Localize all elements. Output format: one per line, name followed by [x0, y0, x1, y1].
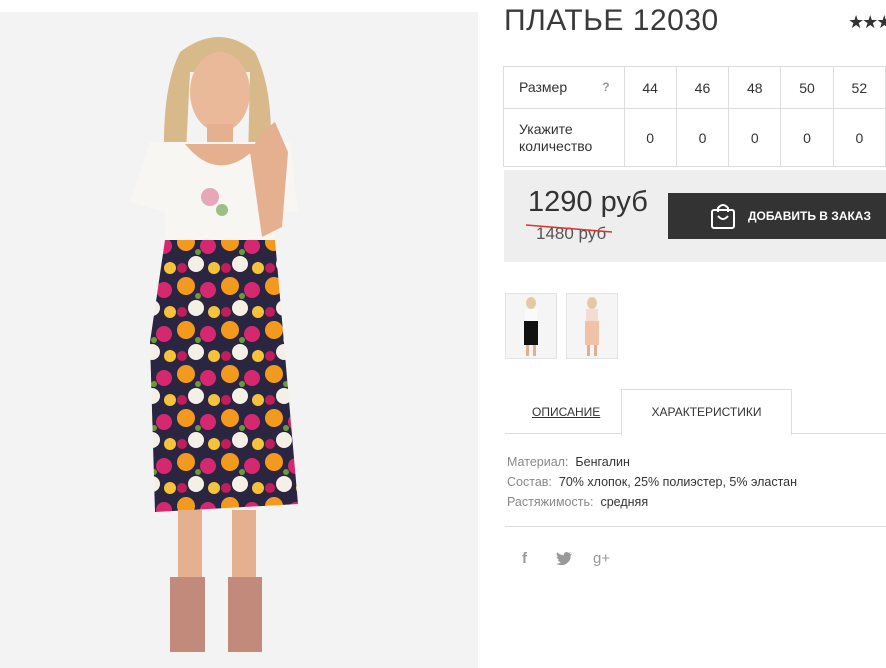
quantity-input-52[interactable]: 0 [832, 108, 886, 167]
thumbnail-light-dress[interactable] [566, 293, 618, 359]
size-48: 48 [728, 66, 782, 109]
social-divider [505, 526, 886, 527]
spec-composition: Состав: 70% хлопок, 25% полиэстер, 5% эла… [507, 475, 798, 489]
size-help-icon[interactable]: ? [602, 79, 609, 96]
price-box: 1290 руб 1480 руб ДОБАВИТЬ В ЗАКАЗ [504, 170, 886, 262]
size-52: 52 [832, 66, 886, 109]
quantity-input-50[interactable]: 0 [780, 108, 834, 167]
size-44: 44 [623, 66, 677, 109]
quantity-input-46[interactable]: 0 [675, 108, 730, 167]
tab-characteristics[interactable]: ХАРАКТЕРИСТИКИ [621, 389, 792, 435]
tab-description[interactable]: ОПИСАНИЕ [532, 405, 600, 419]
size-label: Размер ? [503, 66, 625, 109]
twitter-bird-icon [556, 552, 572, 566]
shopping-bag-icon [711, 204, 735, 229]
strikethrough-line [526, 224, 612, 233]
size-50: 50 [780, 66, 834, 109]
quantity-input-48[interactable]: 0 [728, 108, 782, 167]
spec-stretch: Растяжимость: средняя [507, 495, 649, 509]
product-main-photo[interactable] [0, 12, 478, 668]
twitter-icon[interactable] [556, 552, 572, 569]
spec-material: Материал: Бенгалин [507, 455, 630, 469]
current-price: 1290 руб [528, 186, 648, 218]
specs-list: Материал: Бенгалин Состав: 70% хлопок, 25%… [507, 452, 797, 512]
product-title: ПЛАТЬЕ 12030 [504, 4, 719, 37]
size-quantity-table: Размер ? 44 46 48 50 52 Укажите количест… [503, 66, 886, 167]
quantity-label: Укажите количество [503, 108, 625, 167]
size-46: 46 [675, 66, 730, 109]
facebook-icon[interactable]: f [522, 550, 527, 567]
rating-stars-icon[interactable]: ★★★ [848, 12, 886, 33]
google-plus-icon[interactable]: g+ [593, 550, 610, 567]
quantity-input-44[interactable]: 0 [623, 108, 677, 167]
add-to-order-button[interactable]: ДОБАВИТЬ В ЗАКАЗ [668, 193, 886, 239]
thumbnail-black-dress[interactable] [505, 293, 557, 359]
old-price: 1480 руб [526, 224, 612, 244]
